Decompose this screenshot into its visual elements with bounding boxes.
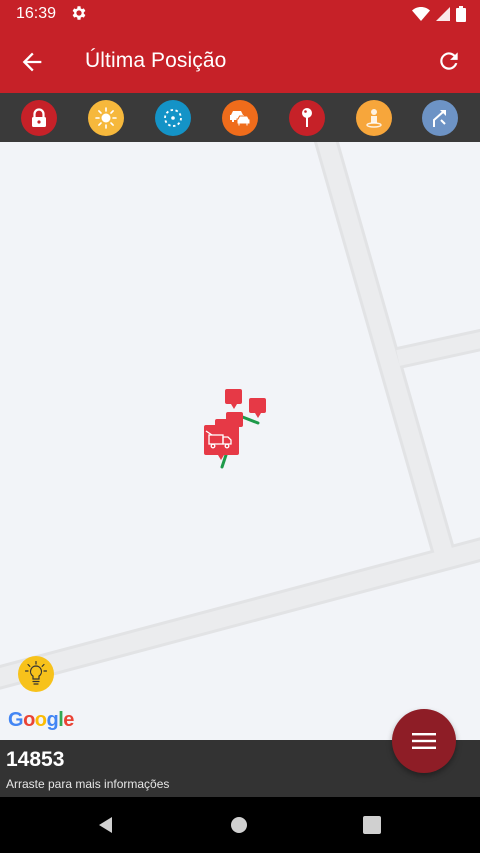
tips-button[interactable] bbox=[18, 656, 54, 692]
page-title: Última Posição bbox=[85, 49, 227, 72]
lock-icon bbox=[32, 108, 46, 127]
app-bar: Última Posição bbox=[0, 30, 480, 93]
recents-nav-icon[interactable] bbox=[363, 816, 381, 834]
lock-button[interactable] bbox=[21, 100, 57, 136]
person-pin-icon bbox=[366, 109, 382, 128]
gear-icon bbox=[72, 6, 86, 20]
menu-fab-button[interactable] bbox=[392, 709, 456, 773]
menu-icon bbox=[412, 733, 436, 749]
car-traffic-icon bbox=[230, 111, 251, 127]
status-bar: 16:39 bbox=[0, 0, 480, 30]
position-marker[interactable] bbox=[249, 398, 266, 418]
traffic-button[interactable] bbox=[222, 100, 258, 136]
pin-button[interactable] bbox=[289, 100, 325, 136]
dashed-circle-icon bbox=[164, 109, 182, 127]
refresh-icon[interactable] bbox=[436, 48, 462, 74]
system-icons bbox=[412, 6, 466, 22]
map-pin-icon bbox=[302, 108, 312, 127]
route-arrows-icon bbox=[433, 110, 446, 127]
filter-toolbar bbox=[0, 93, 480, 142]
geofence-button[interactable] bbox=[155, 100, 191, 136]
home-nav-icon[interactable] bbox=[230, 816, 248, 834]
position-marker[interactable] bbox=[225, 389, 242, 409]
system-nav-bar bbox=[0, 797, 480, 853]
cell-signal-icon bbox=[436, 7, 450, 21]
person-button[interactable] bbox=[356, 100, 392, 136]
wifi-icon bbox=[412, 7, 430, 21]
truck-marker[interactable] bbox=[204, 425, 239, 460]
map-view[interactable]: Google bbox=[0, 142, 480, 740]
drag-hint: Arraste para mais informações bbox=[6, 777, 170, 791]
lightbulb-icon bbox=[25, 661, 47, 685]
status-time: 16:39 bbox=[16, 5, 57, 22]
back-arrow-icon[interactable] bbox=[18, 48, 46, 76]
sun-icon bbox=[95, 107, 117, 129]
sun-button[interactable] bbox=[88, 100, 124, 136]
vehicle-id: 14853 bbox=[6, 748, 65, 771]
vehicle-markers[interactable] bbox=[200, 382, 280, 472]
google-logo: Google bbox=[8, 709, 74, 731]
back-nav-icon[interactable] bbox=[96, 815, 116, 835]
route-button[interactable] bbox=[422, 100, 458, 136]
battery-icon bbox=[456, 6, 466, 22]
